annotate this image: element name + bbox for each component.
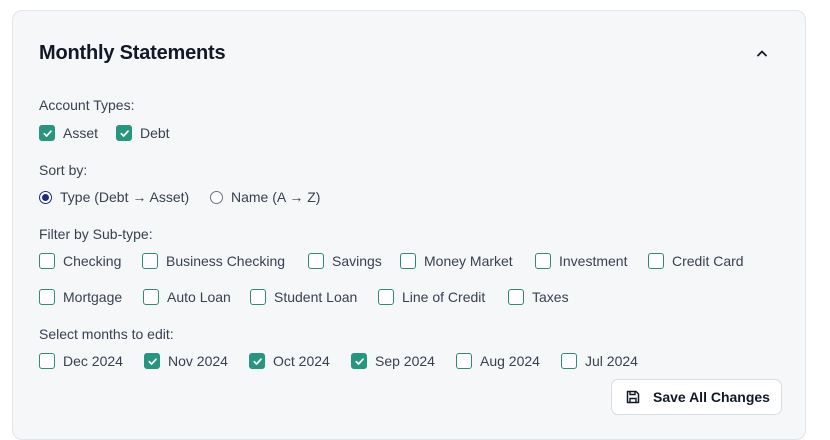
checkbox-label: Line of Credit xyxy=(402,289,486,305)
checkbox-label: Business Checking xyxy=(166,253,286,269)
account-type-asset-checkbox[interactable]: Asset xyxy=(39,123,98,143)
account-type-debt-checkbox[interactable]: Debt xyxy=(116,123,170,143)
checkbox-box[interactable] xyxy=(250,289,266,305)
checkbox-label: Nov 2024 xyxy=(168,353,228,369)
subtype-student-loan-checkbox[interactable]: Student Loan xyxy=(250,287,357,307)
subtype-credit-card-checkbox[interactable]: Credit Card xyxy=(648,251,744,271)
subtype-investment-checkbox[interactable]: Investment xyxy=(535,251,627,271)
subtype-money-market-checkbox[interactable]: Money Market xyxy=(400,251,513,271)
month-sep-2024-checkbox[interactable]: Sep 2024 xyxy=(351,351,435,371)
subtype-filter-label: Filter by Sub-type: xyxy=(39,226,153,242)
subtype-taxes-checkbox[interactable]: Taxes xyxy=(508,287,569,307)
radio-circle[interactable] xyxy=(39,190,52,204)
checkbox-box[interactable] xyxy=(142,253,158,269)
checkbox-box[interactable] xyxy=(508,289,524,305)
checkbox-label: Auto Loan xyxy=(167,289,231,305)
checkmark-icon xyxy=(252,357,262,365)
months-label: Select months to edit: xyxy=(39,326,174,342)
checkmark-icon xyxy=(147,357,157,365)
month-aug-2024-checkbox[interactable]: Aug 2024 xyxy=(456,351,540,371)
checkbox-box[interactable] xyxy=(351,353,367,369)
checkbox-label: Taxes xyxy=(532,289,569,305)
panel-title: Monthly Statements xyxy=(39,42,226,64)
sort-name-radio[interactable]: Name (A → Z) xyxy=(210,187,320,207)
checkbox-box[interactable] xyxy=(144,353,160,369)
month-dec-2024-checkbox[interactable]: Dec 2024 xyxy=(39,351,123,371)
checkbox-label: Jul 2024 xyxy=(585,353,638,369)
checkbox-label: Money Market xyxy=(424,253,513,269)
checkbox-label: Sep 2024 xyxy=(375,353,435,369)
subtype-savings-checkbox[interactable]: Savings xyxy=(308,251,382,271)
checkbox-box[interactable] xyxy=(535,253,551,269)
checkmark-icon xyxy=(119,129,129,137)
collapse-button[interactable] xyxy=(753,44,771,62)
checkbox-box[interactable] xyxy=(456,353,472,369)
checkbox-label: Dec 2024 xyxy=(63,353,123,369)
subtype-auto-loan-checkbox[interactable]: Auto Loan xyxy=(143,287,231,307)
month-oct-2024-checkbox[interactable]: Oct 2024 xyxy=(249,351,330,371)
checkbox-box[interactable] xyxy=(249,353,265,369)
checkbox-label: Asset xyxy=(63,125,99,141)
checkbox-box[interactable] xyxy=(39,353,55,369)
floppy-disk-icon xyxy=(625,389,641,405)
subtype-business-checking-checkbox[interactable]: Business Checking xyxy=(142,251,285,271)
radio-label: Type (Debt → Asset) xyxy=(60,189,190,205)
sort-by-label: Sort by: xyxy=(39,162,88,178)
radio-label: Name (A → Z) xyxy=(231,189,321,205)
subtype-line-of-credit-checkbox[interactable]: Line of Credit xyxy=(378,287,485,307)
checkbox-box[interactable] xyxy=(39,289,55,305)
checkbox-label: Investment xyxy=(559,253,628,269)
checkbox-label: Debt xyxy=(140,125,170,141)
checkbox-box[interactable] xyxy=(400,253,416,269)
checkbox-label: Oct 2024 xyxy=(273,353,330,369)
save-all-changes-button[interactable]: Save All Changes xyxy=(611,379,782,415)
checkbox-box[interactable] xyxy=(561,353,577,369)
sort-type-radio[interactable]: Type (Debt → Asset) xyxy=(39,187,189,207)
account-types-label: Account Types: xyxy=(39,97,135,113)
subtype-mortgage-checkbox[interactable]: Mortgage xyxy=(39,287,122,307)
checkbox-label: Student Loan xyxy=(274,289,358,305)
radio-circle[interactable] xyxy=(210,190,223,204)
checkbox-box[interactable] xyxy=(378,289,394,305)
checkbox-box[interactable] xyxy=(143,289,159,305)
checkmark-icon xyxy=(354,357,364,365)
checkmark-icon xyxy=(42,129,52,137)
checkbox-box[interactable] xyxy=(648,253,664,269)
checkbox-label: Savings xyxy=(332,253,382,269)
chevron-up-icon xyxy=(757,50,767,57)
checkbox-box[interactable] xyxy=(116,125,132,141)
monthly-statements-panel: Monthly Statements Account Types: Asset … xyxy=(12,10,806,440)
checkbox-box[interactable] xyxy=(39,253,55,269)
checkbox-box[interactable] xyxy=(308,253,324,269)
checkbox-box[interactable] xyxy=(39,125,55,141)
checkbox-label: Checking xyxy=(63,253,122,269)
checkbox-label: Aug 2024 xyxy=(480,353,540,369)
checkbox-label: Mortgage xyxy=(63,289,123,305)
month-jul-2024-checkbox[interactable]: Jul 2024 xyxy=(561,351,638,371)
checkbox-label: Credit Card xyxy=(672,253,744,269)
month-nov-2024-checkbox[interactable]: Nov 2024 xyxy=(144,351,228,371)
save-button-label: Save All Changes xyxy=(653,389,770,405)
subtype-checking-checkbox[interactable]: Checking xyxy=(39,251,121,271)
